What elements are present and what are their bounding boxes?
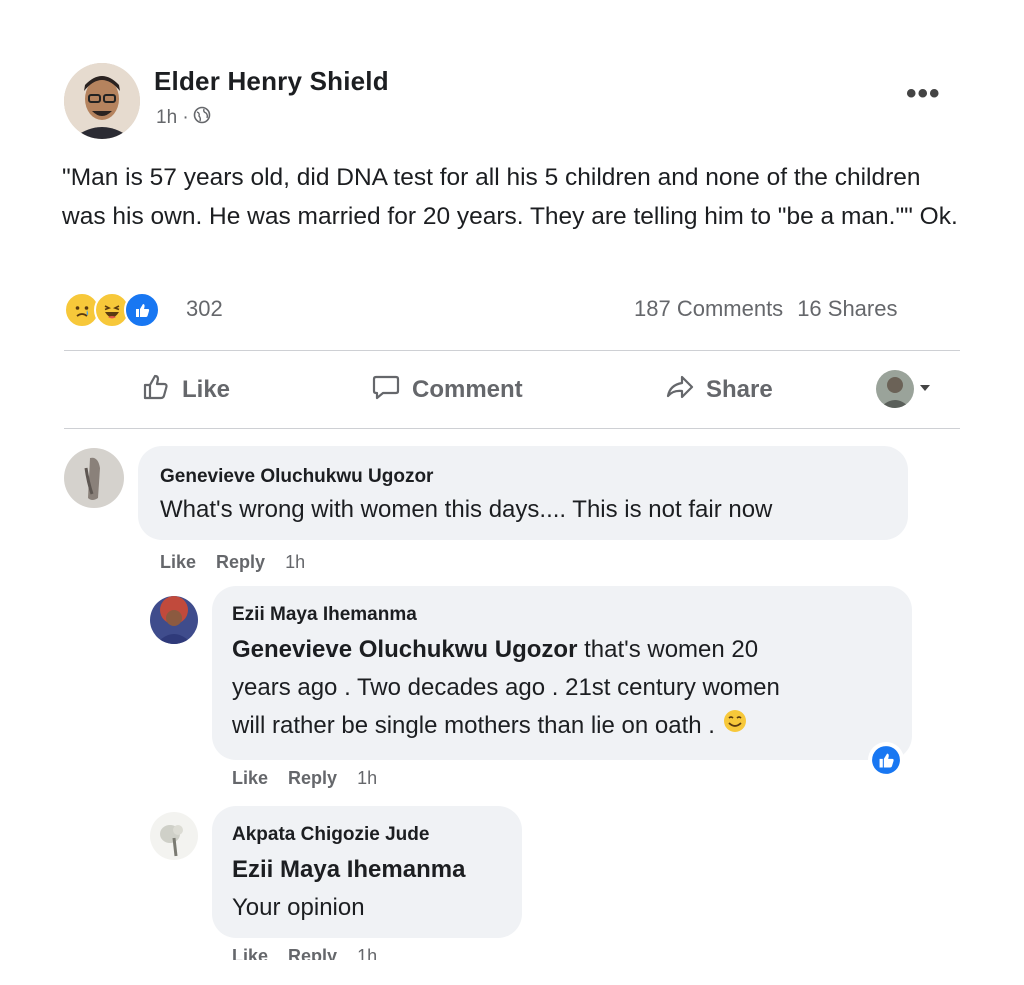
like-reaction-icon[interactable]	[868, 742, 904, 778]
commenter-avatar[interactable]	[150, 596, 198, 644]
like-reaction-icon	[124, 292, 160, 328]
commenter-avatar[interactable]	[64, 448, 124, 508]
comment-label: Comment	[412, 376, 523, 403]
comment-bubble: Genevieve Oluchukwu Ugozor What's wrong …	[138, 446, 908, 540]
smile-emoji-icon	[723, 707, 747, 745]
thumbs-up-icon	[140, 371, 172, 410]
globe-icon	[193, 106, 211, 130]
comment-text: Genevieve Oluchukwu Ugozor that's women …	[232, 631, 902, 745]
divider	[64, 428, 960, 429]
comment-actions: Like Reply 1h	[232, 768, 377, 789]
comment-actions: Like Reply 1h	[160, 552, 305, 573]
comment-button[interactable]: Comment	[370, 368, 523, 412]
comment-time[interactable]: 1h	[357, 768, 377, 789]
like-button[interactable]: Like	[140, 368, 230, 412]
post-text: "Man is 57 years old, did DNA test for a…	[62, 164, 958, 230]
comment-text-line: that's women 20	[577, 636, 759, 663]
comment-text: Ezii Maya Ihemanma Your opinion	[232, 851, 465, 927]
comment-text: What's wrong with women this days.... Th…	[160, 496, 773, 523]
comment-reply-link[interactable]: Reply	[216, 552, 265, 573]
comment-bubble: Akpata Chigozie Jude Ezii Maya Ihemanma …	[212, 806, 522, 938]
mention-tag[interactable]: Ezii Maya Ihemanma	[232, 856, 465, 883]
comment-time[interactable]: 1h	[357, 946, 377, 960]
share-icon	[664, 371, 696, 410]
reaction-count[interactable]: 302	[186, 296, 223, 322]
comment-actions: Like Reply 1h	[232, 946, 377, 960]
author-avatar[interactable]	[64, 63, 140, 139]
like-label: Like	[182, 376, 231, 403]
more-options-icon[interactable]: •••	[906, 79, 941, 109]
commenter-name[interactable]: Ezii Maya Ihemanma	[232, 604, 417, 626]
comment-text-line: Your opinion	[232, 894, 365, 921]
post-time[interactable]: 1h ·	[156, 107, 189, 129]
chevron-down-icon	[918, 380, 932, 399]
shares-count[interactable]: 16 Shares	[797, 296, 897, 322]
comment-time[interactable]: 1h	[285, 552, 305, 573]
share-button[interactable]: Share	[664, 368, 773, 412]
comment-text-line: years ago . Two decades ago . 21st centu…	[232, 674, 780, 701]
profile-avatar	[876, 370, 914, 408]
comment-like-link[interactable]: Like	[160, 552, 196, 573]
engagement-counts: 187 Comments 16 Shares	[634, 296, 897, 322]
mention-tag[interactable]: Genevieve Oluchukwu Ugozor	[232, 636, 577, 663]
commenter-avatar[interactable]	[150, 812, 198, 860]
author-name[interactable]: Elder Henry Shield	[154, 66, 389, 97]
comments-count[interactable]: 187 Comments	[634, 296, 783, 322]
commenter-name[interactable]: Akpata Chigozie Jude	[232, 824, 429, 846]
commenter-name[interactable]: Genevieve Oluchukwu Ugozor	[160, 466, 433, 488]
reaction-icons[interactable]	[64, 292, 160, 328]
share-label: Share	[706, 376, 773, 403]
comment-like-link[interactable]: Like	[232, 768, 268, 789]
comment-text-line: will rather be single mothers than lie o…	[232, 712, 715, 739]
divider	[64, 350, 960, 351]
post-meta: 1h ·	[156, 106, 211, 130]
comment-reply-link[interactable]: Reply	[288, 946, 337, 960]
comment-like-link[interactable]: Like	[232, 946, 268, 960]
comment-bubble: Ezii Maya Ihemanma Genevieve Oluchukwu U…	[212, 586, 912, 760]
comment-icon	[370, 371, 402, 410]
comment-reply-link[interactable]: Reply	[288, 768, 337, 789]
post-as-selector[interactable]	[876, 370, 932, 408]
comment-actions-clip: Like Reply 1h	[0, 946, 1024, 960]
